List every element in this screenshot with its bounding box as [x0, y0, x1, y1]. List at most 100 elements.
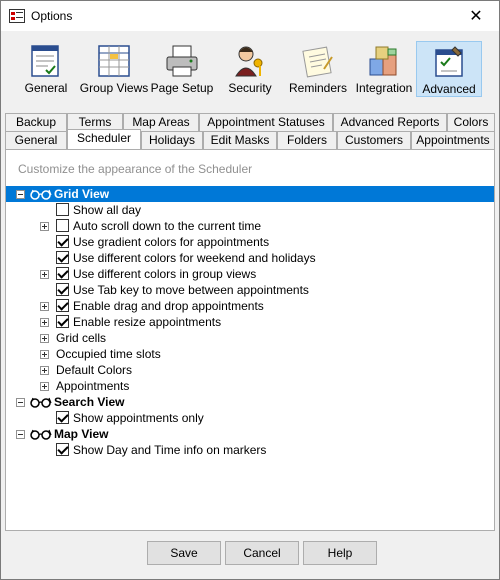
tree-node-row[interactable]: Grid cells: [6, 330, 494, 346]
close-icon: ✕: [469, 8, 483, 25]
cancel-button[interactable]: Cancel: [225, 541, 299, 565]
expand-icon[interactable]: [40, 318, 49, 327]
tree-node-row[interactable]: Default Colors: [6, 362, 494, 378]
weekend-colors-checkbox[interactable]: [56, 251, 69, 264]
tree-option-label: Show Day and Time info on markers: [73, 443, 267, 457]
map-markers-checkbox[interactable]: [56, 443, 69, 456]
expand-icon[interactable]: [40, 366, 49, 375]
group-views-icon: [98, 45, 130, 77]
tree-node-label: Default Colors: [56, 363, 133, 377]
gradient-colors-checkbox[interactable]: [56, 235, 69, 248]
tree-option-row[interactable]: Auto scroll down to the current time: [6, 218, 494, 234]
printer-icon: [166, 45, 198, 77]
appointments-only-checkbox[interactable]: [56, 411, 69, 424]
toolbar-advanced-label: Advanced: [422, 82, 476, 96]
expand-icon[interactable]: [40, 382, 49, 391]
tree-option-label: Show all day: [73, 203, 142, 217]
tree-option-label: Use different colors in group views: [73, 267, 257, 281]
tab-advanced-reports[interactable]: Advanced Reports: [333, 113, 447, 131]
tree-node-row[interactable]: Appointments: [6, 378, 494, 394]
tree-option-label: Use Tab key to move between appointments: [73, 283, 309, 297]
collapse-icon[interactable]: [16, 190, 25, 199]
tab-key-checkbox[interactable]: [56, 283, 69, 296]
help-button[interactable]: Help: [303, 541, 377, 565]
tree-node-row[interactable]: Occupied time slots: [6, 346, 494, 362]
drag-drop-checkbox[interactable]: [56, 299, 69, 312]
advanced-tools-icon: [435, 46, 463, 77]
tree-group-label: Grid View: [54, 187, 110, 201]
tab-holidays[interactable]: Holidays: [141, 131, 203, 149]
tab-folders[interactable]: Folders: [277, 131, 337, 149]
tree-option-row[interactable]: Enable resize appointments: [6, 314, 494, 330]
tree-node-label: Occupied time slots: [56, 347, 161, 361]
expand-icon[interactable]: [40, 334, 49, 343]
expand-icon[interactable]: [40, 270, 49, 279]
tree-option-row[interactable]: Enable drag and drop appointments: [6, 298, 494, 314]
tree-option-row[interactable]: Show appointments only: [6, 410, 494, 426]
toolbar-page-setup-label: Page Setup: [150, 81, 214, 95]
tree-group-search-view[interactable]: Search View: [6, 394, 494, 410]
panel-subtitle: Customize the appearance of the Schedule…: [18, 162, 253, 176]
tab-customers[interactable]: Customers: [337, 131, 411, 149]
glasses-icon: [30, 397, 52, 408]
toolbar-group-views-label: Group Views: [79, 81, 149, 95]
scheduler-panel: Customize the appearance of the Schedule…: [5, 149, 495, 531]
tab-colors[interactable]: Colors: [447, 113, 495, 131]
expand-icon[interactable]: [40, 350, 49, 359]
glasses-icon: [30, 189, 52, 200]
options-window: Options ✕ General Group Views Page Setup…: [0, 0, 500, 580]
tree-option-label: Show appointments only: [73, 411, 204, 425]
tree-option-row[interactable]: Use different colors in group views: [6, 266, 494, 282]
general-form-icon: [31, 45, 59, 77]
group-view-colors-checkbox[interactable]: [56, 267, 69, 280]
tree-option-row[interactable]: Show all day: [6, 202, 494, 218]
tree-group-label: Search View: [54, 395, 125, 409]
toolbar-integration-button[interactable]: Integration: [351, 41, 417, 97]
toolbar-integration-label: Integration: [355, 81, 413, 95]
options-app-icon: [9, 9, 25, 23]
expand-icon[interactable]: [40, 302, 49, 311]
tree-node-label: Grid cells: [56, 331, 107, 345]
toolbar: General Group Views Page Setup Security …: [11, 41, 491, 97]
toolbar-advanced-button[interactable]: Advanced: [416, 41, 482, 97]
tree-option-row[interactable]: Use different colors for weekend and hol…: [6, 250, 494, 266]
toolbar-general-label: General: [24, 81, 68, 95]
tree-group-map-view[interactable]: Map View: [6, 426, 494, 442]
security-key-icon: [235, 46, 263, 77]
resize-checkbox[interactable]: [56, 315, 69, 328]
tab-row-front: General Scheduler Holidays Edit Masks Fo…: [5, 129, 495, 149]
auto-scroll-checkbox[interactable]: [56, 219, 69, 232]
expand-icon[interactable]: [40, 222, 49, 231]
tree-group-label: Map View: [54, 427, 109, 441]
toolbar-security-label: Security: [228, 81, 272, 95]
tree-option-label: Enable drag and drop appointments: [73, 299, 264, 313]
tree-group-grid-view[interactable]: Grid View: [6, 186, 494, 202]
collapse-icon[interactable]: [16, 398, 25, 407]
tab-general[interactable]: General: [5, 131, 67, 149]
toolbar-reminders-button[interactable]: Reminders: [285, 41, 351, 97]
close-button[interactable]: ✕: [453, 1, 499, 31]
tree-node-label: Appointments: [56, 379, 130, 393]
toolbar-group-views-button[interactable]: Group Views: [79, 41, 149, 97]
tree-option-label: Use gradient colors for appointments: [73, 235, 270, 249]
tab-backup[interactable]: Backup: [5, 113, 67, 131]
tree-option-label: Use different colors for weekend and hol…: [73, 251, 316, 265]
reminders-icon: [302, 46, 333, 78]
tree-option-row[interactable]: Use gradient colors for appointments: [6, 234, 494, 250]
tree-option-row[interactable]: Use Tab key to move between appointments: [6, 282, 494, 298]
tree-option-row[interactable]: Show Day and Time info on markers: [6, 442, 494, 458]
collapse-icon[interactable]: [16, 430, 25, 439]
tab-appointment-statuses[interactable]: Appointment Statuses: [199, 113, 333, 131]
integration-blocks-icon: [369, 46, 397, 76]
toolbar-page-setup-button[interactable]: Page Setup: [149, 41, 215, 97]
window-title: Options: [31, 9, 73, 23]
toolbar-security-button[interactable]: Security: [217, 41, 283, 97]
save-button[interactable]: Save: [147, 541, 221, 565]
tree-option-label: Auto scroll down to the current time: [73, 219, 262, 233]
tab-scheduler[interactable]: Scheduler: [67, 129, 141, 149]
toolbar-general-button[interactable]: General: [13, 41, 79, 97]
show-all-day-checkbox[interactable]: [56, 203, 69, 216]
tree-option-label: Enable resize appointments: [73, 315, 222, 329]
tab-edit-masks[interactable]: Edit Masks: [203, 131, 277, 149]
tab-appointments[interactable]: Appointments: [411, 131, 495, 149]
